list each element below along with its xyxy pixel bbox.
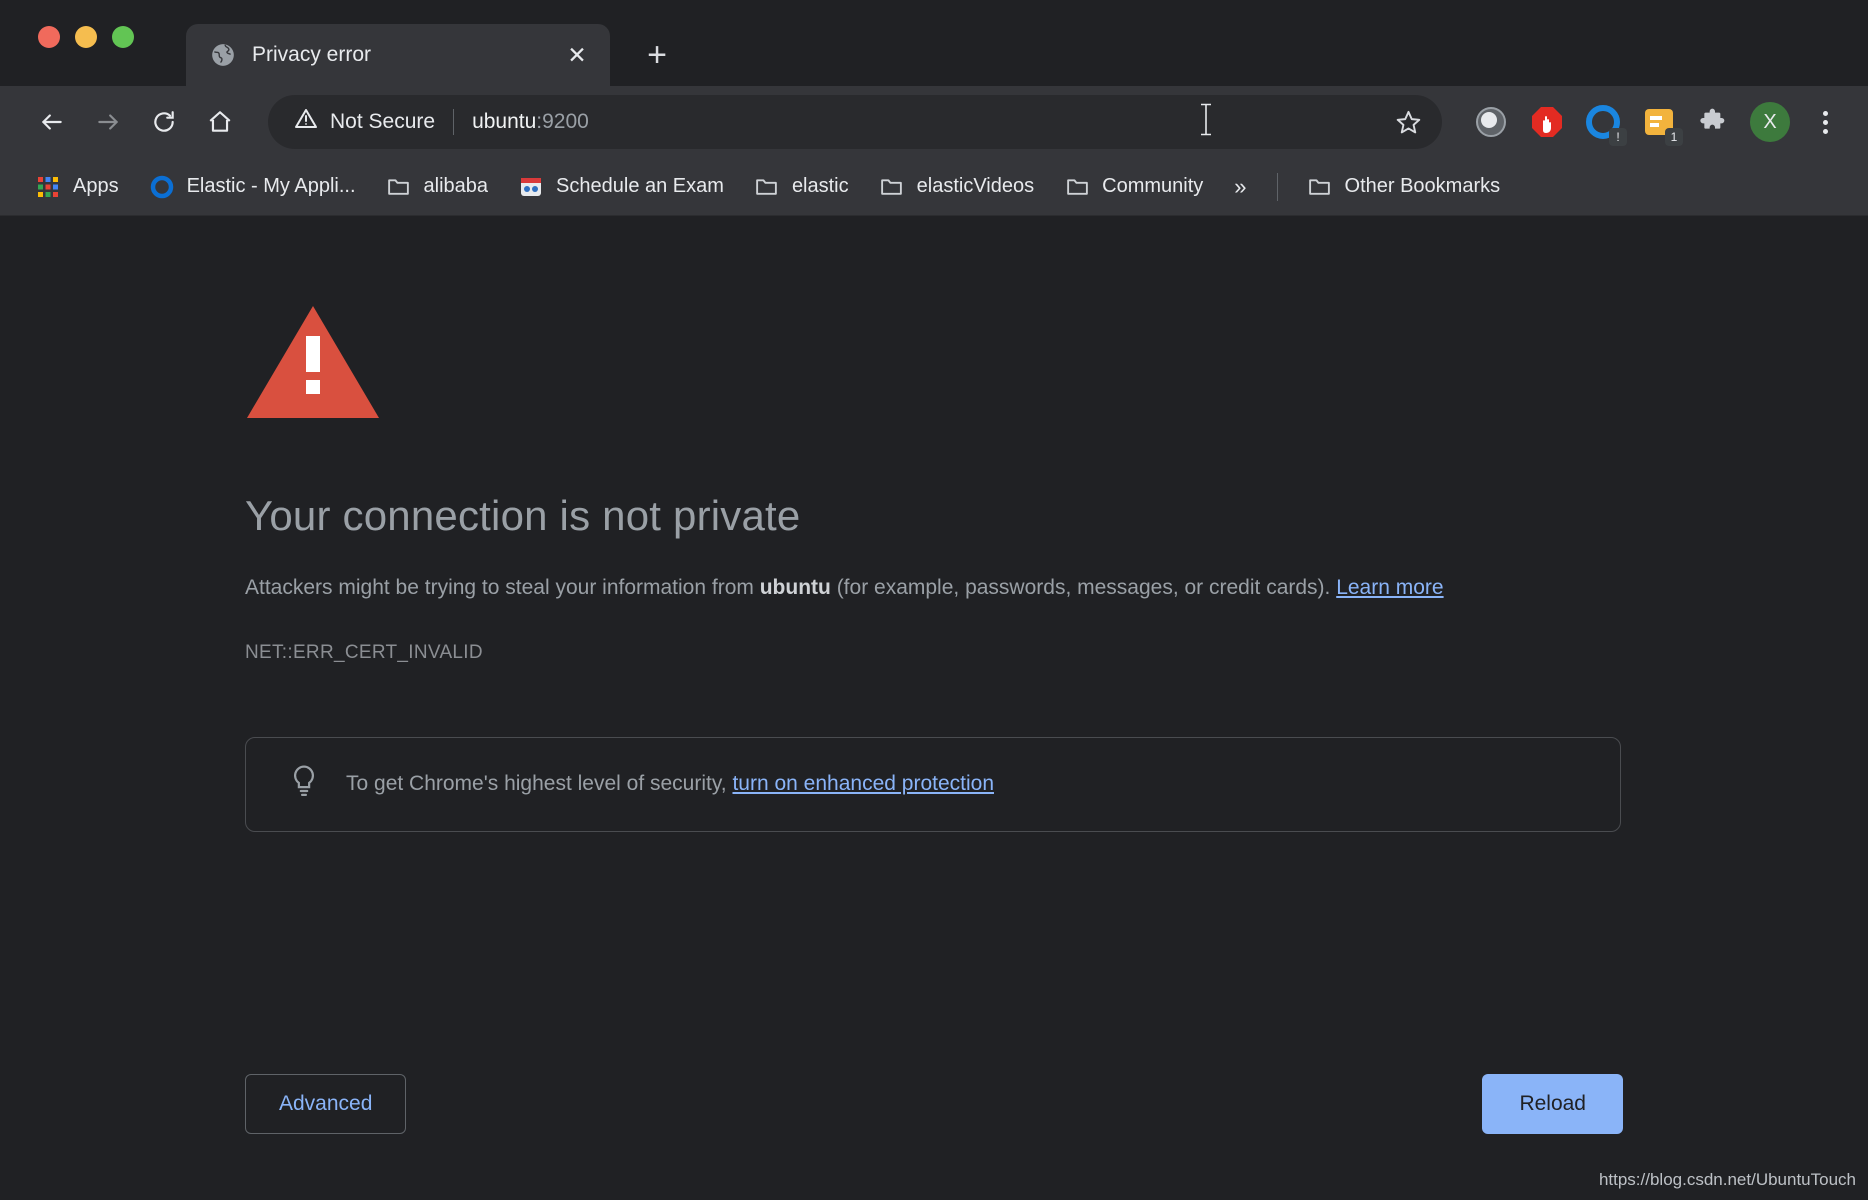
folder-icon [1064,174,1090,200]
bookmark-star-icon[interactable] [1384,98,1432,146]
security-label: Not Secure [330,110,436,133]
folder-icon [879,174,905,200]
bookmark-label: Schedule an Exam [556,175,724,197]
learn-more-link[interactable]: Learn more [1336,576,1443,599]
turn-on-enhanced-protection-link[interactable]: turn on enhanced protection [732,772,994,795]
bookmark-item-elasticvideos[interactable]: elasticVideos [866,167,1047,207]
bookmark-item-other-bookmarks[interactable]: Other Bookmarks [1294,167,1514,207]
text-cursor-icon [1198,103,1214,142]
error-description-suffix: (for example, passwords, messages, or cr… [830,576,1337,599]
callout-text: To get Chrome's highest level of securit… [346,772,994,796]
bookmark-label: Elastic - My Appli... [186,175,356,197]
extension-badge: ! [1609,128,1627,146]
yellow-note-extension-icon[interactable]: 1 [1638,101,1683,146]
address-bar[interactable]: Not Secure ubuntu:9200 [268,95,1442,149]
callout-text-prefix: To get Chrome's highest level of securit… [346,772,733,796]
bookmarks-overflow-button[interactable]: » [1220,167,1260,207]
avatar[interactable]: X [1750,102,1790,142]
apps-grid-icon [35,174,61,200]
close-icon[interactable]: ✕ [562,40,592,70]
bookmark-item-schedule-an-exam[interactable]: Schedule an Exam [505,167,737,207]
bookmark-label: alibaba [423,175,489,197]
bookmark-label: Other Bookmarks [1344,175,1501,197]
folder-icon [1307,174,1333,200]
warning-triangle-icon [294,107,318,137]
bookmark-label: elastic [791,175,849,197]
reload-button[interactable] [138,96,190,148]
exam-icon [518,174,544,200]
chrome-menu-icon[interactable] [1804,101,1846,143]
back-button[interactable] [26,96,78,148]
privacy-error-page: Your connection is not private Attackers… [0,216,1868,1200]
reload-button[interactable]: Reload [1482,1074,1623,1134]
tab-strip: Privacy error ✕ + [0,0,1868,86]
browser-toolbar: Not Secure ubuntu:9200 ! 1 X [0,86,1868,158]
browser-window: Privacy error ✕ + Not Secure ubuntu:9200… [0,0,1868,1200]
red-warning-triangle-icon [245,302,381,422]
url-text: ubuntu:9200 [472,110,589,134]
minimize-window-button[interactable] [75,26,97,48]
bookmark-item-alibaba[interactable]: alibaba [373,167,502,207]
folder-icon [386,174,412,200]
adblock-stop-hand-icon[interactable] [1526,101,1568,143]
extensions-area: ! 1 X [1458,101,1846,146]
puzzle-extensions-icon[interactable] [1694,101,1736,143]
security-status[interactable]: Not Secure [294,107,435,137]
forward-button[interactable] [82,96,134,148]
enhanced-protection-callout: To get Chrome's highest level of securit… [245,736,1621,832]
home-button[interactable] [194,96,246,148]
globe-icon [210,42,236,68]
url-host: ubuntu [472,110,537,133]
bookmark-label: Community [1102,175,1204,197]
maximize-window-button[interactable] [112,26,134,48]
blue-circle-extension-icon[interactable]: ! [1582,101,1627,146]
url-port: :9200 [536,110,589,133]
error-description-prefix: Attackers might be trying to steal your … [245,576,760,599]
advanced-button[interactable]: Advanced [245,1074,407,1134]
omnibox-divider [453,109,455,135]
error-description-host: ubuntu [759,576,831,599]
bookmarks-bar: Apps Elastic - My Appli... alibaba Sched… [0,158,1868,216]
extension-badge: 1 [1665,128,1683,146]
bookmark-item-elastic-my-appli[interactable]: Elastic - My Appli... [136,167,369,207]
page-title: Your connection is not private [245,492,801,539]
bookmark-item-elastic[interactable]: elastic [741,167,862,207]
window-controls [38,26,134,48]
error-code: NET::ERR_CERT_INVALID [245,641,483,663]
tab-privacy-error[interactable]: Privacy error ✕ [186,24,610,86]
error-description: Attackers might be trying to steal your … [245,572,1575,605]
bookmark-item-apps[interactable]: Apps [22,167,132,207]
folder-icon [754,174,780,200]
elastic-circle-icon [149,174,175,200]
bookmarks-divider [1276,172,1278,201]
bookmark-item-community[interactable]: Community [1051,167,1216,207]
grey-circle-extension-icon[interactable] [1470,101,1512,143]
bookmark-label: elasticVideos [916,175,1035,197]
action-buttons: Advanced Reload [245,1074,1623,1134]
new-tab-button[interactable]: + [636,34,678,76]
lightbulb-icon [288,764,320,805]
bookmark-label: Apps [73,175,119,197]
status-bar-url: https://blog.csdn.net/UbuntuTouch [1598,1170,1856,1189]
tab-title: Privacy error [252,43,372,66]
close-window-button[interactable] [38,26,60,48]
